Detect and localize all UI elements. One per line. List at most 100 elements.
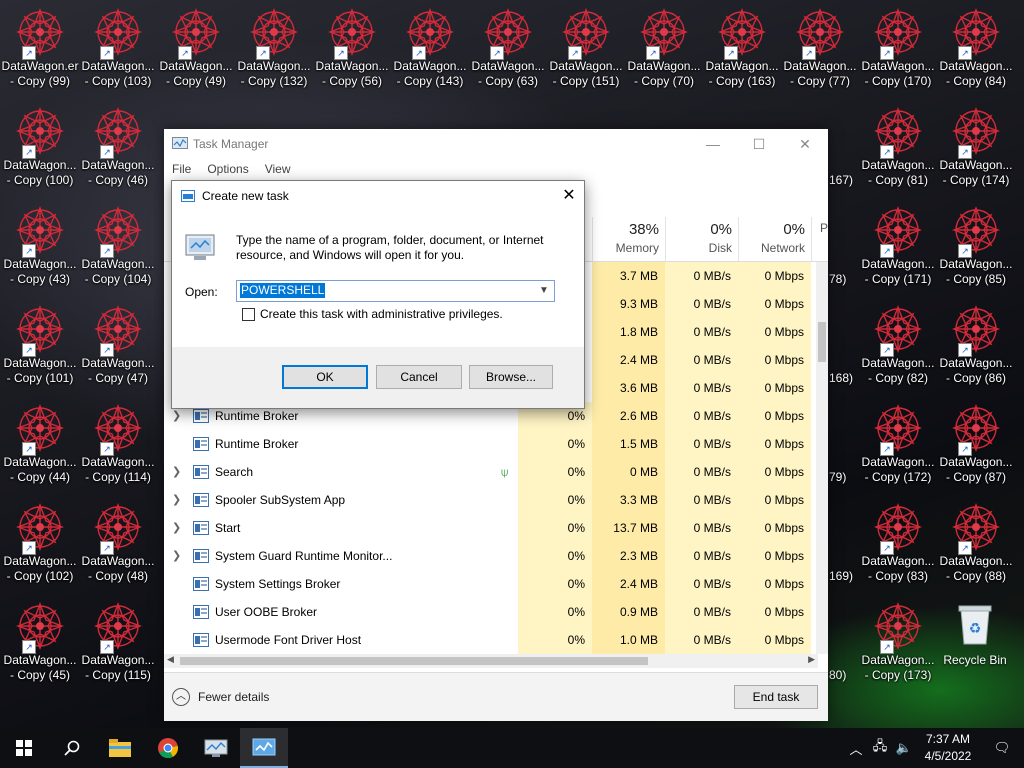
clock-time: 7:37 AM: [925, 732, 971, 746]
partial-shortcut-label: 169): [829, 569, 854, 583]
process-row[interactable]: ❯ Spooler SubSystem App 0% 3.3 MB 0 MB/s 0 Mb…: [164, 486, 818, 514]
desktop-shortcut[interactable]: ↗ DataWagon... - Copy (87): [938, 396, 1014, 486]
desktop-shortcut[interactable]: ↗ DataWagon... - Copy (88): [938, 495, 1014, 585]
desktop-shortcut[interactable]: ↗ DataWagon... - Copy (102): [2, 495, 78, 585]
desktop-shortcut[interactable]: ↗ DataWagon... - Copy (70): [626, 0, 702, 90]
open-combobox[interactable]: POWERSHELL ▼: [236, 280, 555, 302]
desktop-shortcut[interactable]: ↗ DataWagon... - Copy (77): [782, 0, 858, 90]
mandala-icon: ↗: [94, 503, 142, 555]
process-icon: [193, 549, 209, 563]
chrome-button[interactable]: [144, 728, 192, 768]
column-disk[interactable]: 0% Disk: [665, 217, 738, 261]
desktop-shortcut[interactable]: ↗ DataWagon... - Copy (56): [314, 0, 390, 90]
desktop-shortcut[interactable]: ↗ DataWagon... - Copy (100): [2, 99, 78, 189]
browse-button[interactable]: Browse...: [469, 365, 553, 389]
desktop-shortcut[interactable]: ↗ DataWagon... - Copy (143): [392, 0, 468, 90]
end-task-button[interactable]: End task: [734, 685, 818, 709]
file-explorer-button[interactable]: [96, 728, 144, 768]
process-row[interactable]: ❯ System Guard Runtime Monitor... 0% 2.3 MB…: [164, 542, 818, 570]
desktop-shortcut[interactable]: ↗ DataWagon... - Copy (82): [860, 297, 936, 387]
shortcut-arrow-icon: ↗: [880, 343, 894, 357]
desktop-shortcut[interactable]: ↗ DataWagon.er - Copy (99): [2, 0, 78, 90]
shortcut-arrow-icon: ↗: [880, 541, 894, 555]
menu-view[interactable]: View: [265, 159, 291, 179]
scroll-right-arrow[interactable]: ▶: [808, 654, 815, 665]
desktop-shortcut[interactable]: ↗ DataWagon... - Copy (84): [938, 0, 1014, 90]
chevron-right-icon[interactable]: ❯: [172, 542, 181, 570]
desktop-shortcut[interactable]: ↗ DataWagon... - Copy (48): [80, 495, 156, 585]
volume-icon[interactable]: 🔈: [892, 740, 916, 756]
desktop-shortcut[interactable]: ↗ DataWagon... - Copy (45): [2, 594, 78, 684]
desktop-shortcut[interactable]: ↗ DataWagon... - Copy (151): [548, 0, 624, 90]
chevron-down-icon[interactable]: ▼: [536, 282, 552, 300]
desktop-shortcut[interactable]: ↗ DataWagon... - Copy (47): [80, 297, 156, 387]
open-input-value[interactable]: POWERSHELL: [240, 283, 326, 298]
desktop-shortcut[interactable]: ↗ DataWagon... - Copy (170): [860, 0, 936, 90]
horizontal-scrollbar[interactable]: ◀ ▶: [164, 654, 818, 668]
clock[interactable]: 7:37 AM 4/5/2022: [916, 731, 980, 765]
chevron-up-icon[interactable]: ︿: [844, 739, 868, 758]
desktop-shortcut[interactable]: ↗ DataWagon... - Copy (46): [80, 99, 156, 189]
cancel-button[interactable]: Cancel: [376, 365, 462, 389]
menu-options[interactable]: Options: [207, 159, 248, 179]
desktop-shortcut[interactable]: ↗ DataWagon... - Copy (104): [80, 198, 156, 288]
desktop-shortcut[interactable]: ↗ DataWagon... - Copy (81): [860, 99, 936, 189]
recycle-bin[interactable]: ♻ Recycle Bin: [937, 600, 1013, 680]
cpu-cell: 0%: [518, 430, 592, 458]
chevron-right-icon[interactable]: ❯: [172, 514, 181, 542]
shortcut-label: DataWagon... - Copy (115): [81, 653, 155, 682]
process-row[interactable]: ❯ Start 0% 13.7 MB 0 MB/s 0 Mbps: [164, 514, 818, 542]
network-icon[interactable]: 🖧: [868, 737, 892, 759]
chevron-right-icon[interactable]: ❯: [172, 486, 181, 514]
desktop-shortcut[interactable]: ↗ DataWagon... - Copy (85): [938, 198, 1014, 288]
process-row[interactable]: User OOBE Broker 0% 0.9 MB 0 MB/s 0 Mbps: [164, 598, 818, 626]
admin-privileges-checkbox[interactable]: Create this task with administrative pri…: [242, 307, 503, 321]
task-manager-titlebar[interactable]: Task Manager — ☐ ✕: [164, 129, 828, 159]
desktop-shortcut[interactable]: ↗ DataWagon... - Copy (86): [938, 297, 1014, 387]
column-power[interactable]: P: [811, 217, 828, 261]
desktop-shortcut[interactable]: ↗ DataWagon... - Copy (163): [704, 0, 780, 90]
desktop-shortcut[interactable]: ↗ DataWagon... - Copy (49): [158, 0, 234, 90]
process-row[interactable]: ❯ Search ⍦ 0% 0 MB 0 MB/s 0 Mbps: [164, 458, 818, 486]
ok-button[interactable]: OK: [282, 365, 368, 389]
shortcut-arrow-icon: ↗: [100, 640, 114, 654]
run-app-button[interactable]: [192, 728, 240, 768]
desktop-shortcut[interactable]: ↗ DataWagon... - Copy (63): [470, 0, 546, 90]
process-row[interactable]: Runtime Broker 0% 1.5 MB 0 MB/s 0 Mbps: [164, 430, 818, 458]
maximize-button[interactable]: ☐: [736, 129, 782, 159]
search-button[interactable]: [48, 728, 96, 768]
desktop-shortcut[interactable]: ↗ DataWagon... - Copy (103): [80, 0, 156, 90]
dialog-titlebar[interactable]: Create new task ✕: [172, 181, 584, 211]
desktop-shortcut[interactable]: ↗ DataWagon... - Copy (172): [860, 396, 936, 486]
dialog-close-button[interactable]: ✕: [554, 181, 584, 211]
desktop-shortcut[interactable]: ↗ DataWagon... - Copy (115): [80, 594, 156, 684]
desktop-shortcut[interactable]: ↗ DataWagon... - Copy (174): [938, 99, 1014, 189]
mandala-icon: ↗: [16, 8, 64, 60]
column-network[interactable]: 0% Network: [738, 217, 811, 261]
notification-icon[interactable]: 🗨: [980, 740, 1024, 756]
menu-file[interactable]: File: [172, 159, 191, 179]
chevron-right-icon[interactable]: ❯: [172, 458, 181, 486]
minimize-button[interactable]: —: [690, 129, 736, 159]
desktop-shortcut[interactable]: ↗ DataWagon... - Copy (132): [236, 0, 312, 90]
column-memory[interactable]: 38% Memory: [592, 217, 665, 261]
fewer-details-button[interactable]: ︿ Fewer details: [172, 688, 269, 706]
checkbox-box[interactable]: [242, 307, 255, 321]
desktop-shortcut[interactable]: ↗ DataWagon... - Copy (43): [2, 198, 78, 288]
vertical-scrollbar[interactable]: [816, 262, 828, 654]
desktop-shortcut[interactable]: ↗ DataWagon... - Copy (114): [80, 396, 156, 486]
vertical-scroll-thumb[interactable]: [818, 322, 826, 362]
process-row[interactable]: System Settings Broker 0% 2.4 MB 0 MB/s 0 Mb…: [164, 570, 818, 598]
desktop-shortcut[interactable]: ↗ DataWagon... - Copy (83): [860, 495, 936, 585]
desktop-shortcut[interactable]: ↗ DataWagon... - Copy (44): [2, 396, 78, 486]
desktop-shortcut[interactable]: ↗ DataWagon... - Copy (171): [860, 198, 936, 288]
start-button[interactable]: [0, 728, 48, 768]
process-row[interactable]: Usermode Font Driver Host 0% 1.0 MB 0 MB/s 0…: [164, 626, 818, 654]
desktop-shortcut[interactable]: ↗ DataWagon... - Copy (173): [860, 594, 936, 684]
task-manager-taskbar-button[interactable]: [240, 728, 288, 768]
desktop-shortcut[interactable]: ↗ DataWagon... - Copy (101): [2, 297, 78, 387]
scroll-left-arrow[interactable]: ◀: [167, 654, 174, 665]
close-button[interactable]: ✕: [782, 129, 828, 159]
mandala-icon: ↗: [16, 503, 64, 555]
horizontal-scroll-thumb[interactable]: [180, 657, 648, 665]
